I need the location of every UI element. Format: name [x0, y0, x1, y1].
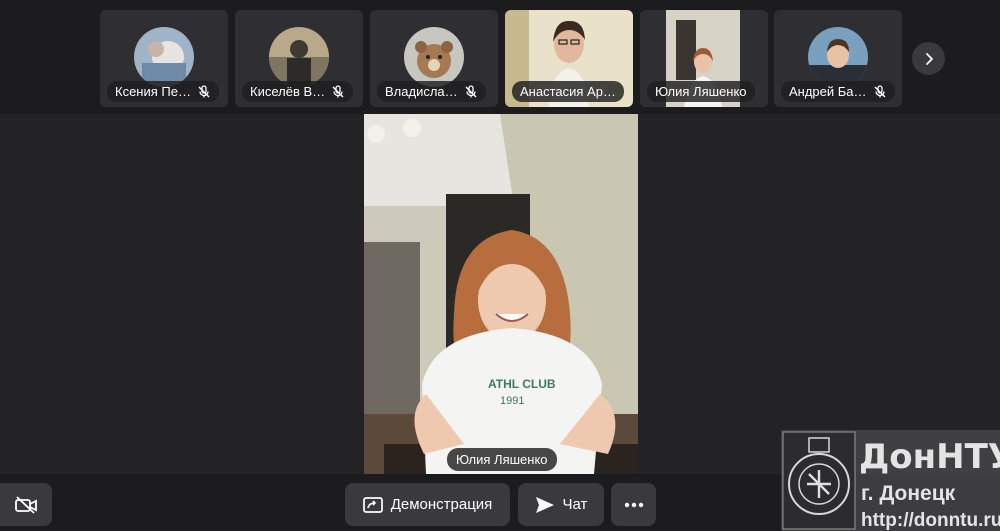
participant-tile-3[interactable]: Владисла… — [370, 10, 498, 107]
shirt-text-2: 1991 — [500, 395, 524, 407]
camera-toggle-button[interactable] — [0, 483, 52, 526]
main-speaker-video: ATHL CLUB 1991 — [364, 114, 638, 474]
participant-label: Владисла… — [377, 81, 486, 102]
screen-share-button[interactable]: Демонстрация — [345, 483, 510, 526]
watermark-url: http://donntu.ru — [861, 510, 1000, 531]
watermark-city: г. Донецк — [861, 482, 956, 505]
participant-tile-6[interactable]: Андрей Ба… — [774, 10, 902, 107]
more-options-button[interactable] — [611, 483, 656, 526]
chevron-right-icon — [925, 52, 933, 65]
participant-tile-2[interactable]: Киселёв В… — [235, 10, 363, 107]
participant-name: Юлия Ляшенко — [655, 84, 747, 99]
participant-name: Ксения Пе… — [115, 84, 191, 99]
mic-off-icon — [465, 84, 477, 97]
participant-label: Юлия Ляшенко — [647, 81, 755, 102]
chat-label: Чат — [562, 496, 588, 513]
watermark-title: ДонНТУ — [859, 437, 1000, 477]
donntu-watermark: ДонНТУ г. Донецк http://donntu.ru — [781, 430, 1000, 531]
participant-name: Анастасия Ар… — [520, 84, 616, 99]
participant-name: Андрей Ба… — [789, 84, 867, 99]
avatar — [134, 27, 194, 87]
participant-tile-1[interactable]: Ксения Пе… — [100, 10, 228, 107]
more-icon — [624, 502, 643, 507]
avatar — [808, 27, 868, 87]
participant-name: Владисла… — [385, 84, 458, 99]
main-speaker-label: Юлия Ляшенко — [447, 448, 557, 471]
chat-button[interactable]: Чат — [518, 483, 604, 526]
participant-label: Анастасия Ар… — [512, 81, 624, 102]
screen-share-label: Демонстрация — [390, 496, 493, 513]
participant-tile-4[interactable]: Анастасия Ар… — [505, 10, 633, 107]
participant-label: Ксения Пе… — [107, 81, 219, 102]
camera-off-icon — [15, 495, 37, 514]
send-icon — [535, 496, 554, 513]
avatar — [404, 27, 464, 87]
mic-off-icon — [332, 84, 344, 97]
mic-off-icon — [874, 84, 886, 97]
participant-label: Андрей Ба… — [781, 81, 895, 102]
donntu-emblem-icon — [782, 431, 856, 530]
mic-off-icon — [198, 84, 210, 97]
participant-label: Киселёв В… — [242, 81, 354, 102]
screen-share-icon — [362, 496, 383, 513]
shirt-text-1: ATHL CLUB — [488, 377, 556, 391]
participant-name: Киселёв В… — [250, 84, 326, 99]
avatar — [269, 27, 329, 87]
participant-tile-5[interactable]: Юлия Ляшенко — [640, 10, 768, 107]
next-participants-button[interactable] — [912, 42, 945, 75]
